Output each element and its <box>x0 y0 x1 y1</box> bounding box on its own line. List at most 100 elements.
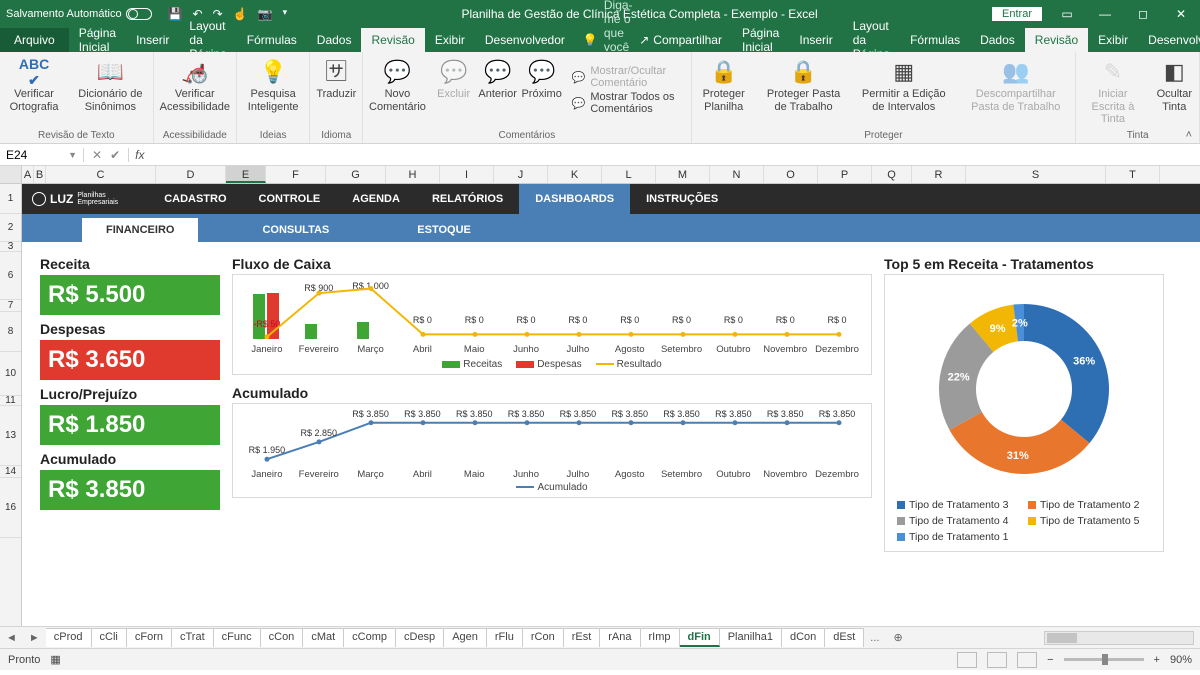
macro-record-icon[interactable]: ▦ <box>50 653 60 666</box>
zoom-out-icon[interactable]: − <box>1047 654 1053 666</box>
col-header[interactable]: H <box>386 166 440 183</box>
sheet-tab[interactable]: cFunc <box>214 628 261 647</box>
dash-nav-item[interactable]: CONTROLE <box>243 184 337 214</box>
col-header[interactable]: Q <box>872 166 912 183</box>
share-button[interactable]: ↗ Compartilhar <box>639 33 722 47</box>
col-header[interactable]: P <box>818 166 872 183</box>
sheet-tab[interactable]: cCon <box>261 628 304 647</box>
allow-edit-ranges-button[interactable]: ▦Permitir a Edição de Intervalos <box>851 52 956 128</box>
row-header[interactable]: 14 <box>0 466 21 478</box>
sheet-tab[interactable]: cComp <box>344 628 396 647</box>
autosave-toggle[interactable]: Salvamento Automático <box>6 8 152 20</box>
show-all-comments-button[interactable]: 💬Mostrar Todos os Comentários <box>572 91 683 115</box>
select-all-cell[interactable] <box>0 166 22 183</box>
menu-tab[interactable]: Desenvolvedor <box>475 28 575 52</box>
dash-subnav-item[interactable]: ESTOQUE <box>393 218 495 242</box>
col-header[interactable]: O <box>764 166 818 183</box>
col-header[interactable]: G <box>326 166 386 183</box>
sheet-tab[interactable]: cTrat <box>172 628 214 647</box>
dash-subnav-item[interactable]: CONSULTAS <box>238 218 353 242</box>
menu-tab[interactable]: Página Inicial <box>69 28 126 52</box>
col-header[interactable]: R <box>912 166 966 183</box>
spellcheck-button[interactable]: ABC✔Verificar Ortografia <box>0 52 68 128</box>
sheet-tab[interactable]: dEst <box>825 628 864 647</box>
sheet-tab[interactable]: rAna <box>600 628 640 647</box>
ribbon-options-icon[interactable]: ▭ <box>1054 7 1080 21</box>
dash-nav-item[interactable]: AGENDA <box>336 184 416 214</box>
sheet-tab[interactable]: rEst <box>564 628 601 647</box>
sheet-tab[interactable]: cForn <box>127 628 172 647</box>
col-header[interactable]: I <box>440 166 494 183</box>
touch-mode-icon[interactable]: ☝ <box>233 7 248 21</box>
add-sheet-icon[interactable]: ⊕ <box>885 631 910 644</box>
sheet-tab[interactable]: dFin <box>680 628 720 647</box>
col-header[interactable]: J <box>494 166 548 183</box>
col-header[interactable]: C <box>46 166 156 183</box>
menu-página-inicial[interactable]: Página Inicial <box>732 28 789 52</box>
menu-exibir[interactable]: Exibir <box>1088 28 1138 52</box>
col-header[interactable]: D <box>156 166 226 183</box>
horizontal-scrollbar[interactable] <box>1044 631 1194 645</box>
thesaurus-button[interactable]: 📖Dicionário de Sinônimos <box>68 52 153 128</box>
row-header[interactable]: 6 <box>0 252 21 300</box>
col-header[interactable]: N <box>710 166 764 183</box>
menu-tab[interactable]: Exibir <box>425 28 475 52</box>
sheet-tab[interactable]: rCon <box>523 628 564 647</box>
col-header[interactable]: L <box>602 166 656 183</box>
chevron-down-icon[interactable]: ▼ <box>68 150 77 160</box>
dash-nav-item[interactable]: INSTRUÇÕES <box>630 184 734 214</box>
zoom-in-icon[interactable]: + <box>1154 654 1160 666</box>
col-header[interactable]: E <box>226 166 266 183</box>
dash-nav-item[interactable]: CADASTRO <box>148 184 242 214</box>
sheet-tab[interactable]: dCon <box>782 628 825 647</box>
row-header[interactable]: 10 <box>0 352 21 396</box>
sheet-tab[interactable]: Agen <box>444 628 487 647</box>
view-page-break-icon[interactable] <box>1017 652 1037 668</box>
menu-revisão[interactable]: Revisão <box>1025 28 1088 52</box>
col-header[interactable]: A <box>22 166 34 183</box>
save-icon[interactable]: 💾 <box>168 7 183 21</box>
close-icon[interactable]: ✕ <box>1168 7 1194 21</box>
row-header[interactable]: 1 <box>0 184 21 214</box>
view-normal-icon[interactable] <box>957 652 977 668</box>
row-header[interactable]: 7 <box>0 300 21 312</box>
protect-workbook-button[interactable]: 🔒Proteger Pasta de Trabalho <box>756 52 851 128</box>
menu-layout-da-página[interactable]: Layout da Página <box>843 28 900 52</box>
dash-subnav-item[interactable]: FINANCEIRO <box>82 218 198 242</box>
col-header[interactable]: F <box>266 166 326 183</box>
row-header[interactable]: 11 <box>0 396 21 406</box>
hide-ink-button[interactable]: ◧Ocultar Tinta <box>1150 52 1199 128</box>
row-header[interactable]: 8 <box>0 312 21 352</box>
protect-sheet-button[interactable]: 🔒Proteger Planilha <box>692 52 756 128</box>
menu-tab[interactable]: Inserir <box>126 28 179 52</box>
menu-arquivo[interactable]: Arquivo <box>0 28 69 52</box>
menu-tab[interactable]: Revisão <box>361 28 424 52</box>
col-header[interactable]: B <box>34 166 46 183</box>
maximize-icon[interactable]: ◻ <box>1130 7 1156 21</box>
menu-inserir[interactable]: Inserir <box>789 28 842 52</box>
tab-nav-next-icon[interactable]: ► <box>23 632 46 644</box>
new-comment-button[interactable]: 💬Novo Comentário <box>363 52 431 128</box>
sheet-tab[interactable]: cProd <box>46 628 92 647</box>
sheet-tabs-more[interactable]: ... <box>864 632 885 644</box>
collapse-ribbon-icon[interactable]: ˄ <box>1186 129 1192 141</box>
menu-dados[interactable]: Dados <box>970 28 1025 52</box>
camera-icon[interactable]: 📷 <box>258 7 273 21</box>
prev-comment-button[interactable]: 💬Anterior <box>476 52 520 128</box>
col-header[interactable]: S <box>966 166 1106 183</box>
accept-formula-icon[interactable]: ✔ <box>110 148 120 162</box>
next-comment-button[interactable]: 💬Próximo <box>520 52 564 128</box>
translate-button[interactable]: 🈂Traduzir <box>310 52 362 128</box>
zoom-slider[interactable] <box>1064 658 1144 661</box>
fx-icon[interactable]: fx <box>129 148 150 162</box>
row-header[interactable]: 3 <box>0 242 21 252</box>
sheet-tab[interactable]: rFlu <box>487 628 523 647</box>
sheet-tab[interactable]: Planilha1 <box>720 628 782 647</box>
row-header[interactable]: 2 <box>0 214 21 242</box>
smart-lookup-button[interactable]: 💡Pesquisa Inteligente <box>237 52 309 128</box>
sheet-tab[interactable]: cCli <box>92 628 127 647</box>
row-header[interactable]: 16 <box>0 478 21 538</box>
accessibility-button[interactable]: 🦽Verificar Acessibilidade <box>154 52 236 128</box>
row-header[interactable]: 13 <box>0 406 21 466</box>
formula-input[interactable] <box>150 144 1200 165</box>
